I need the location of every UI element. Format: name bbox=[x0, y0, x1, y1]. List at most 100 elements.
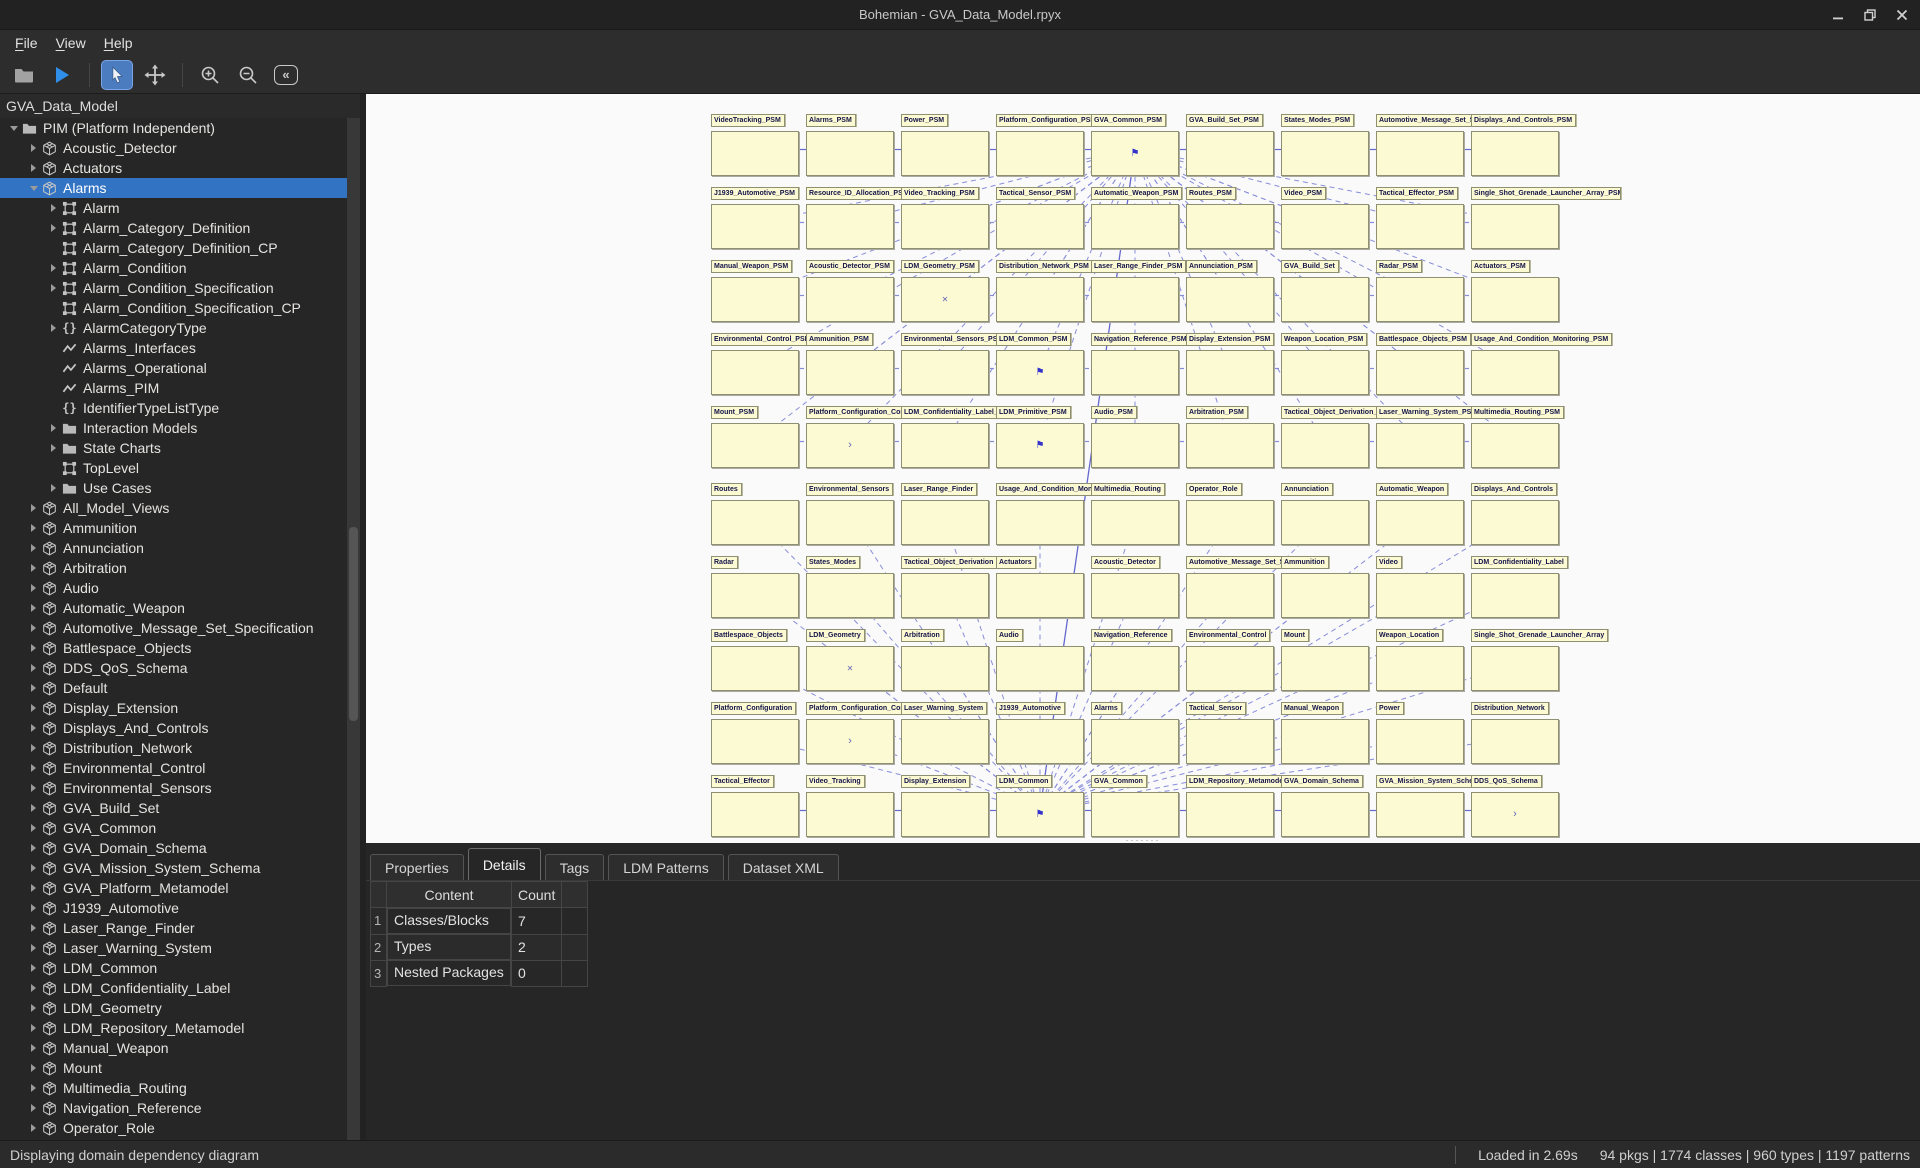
diagram-package-distribution-network-psm[interactable]: Distribution_Network_PSM bbox=[996, 260, 1093, 322]
expander-closed-icon[interactable] bbox=[26, 864, 41, 872]
expander-closed-icon[interactable] bbox=[46, 224, 61, 232]
diagram-package-ldm-confidentiality-label[interactable]: LDM_Confidentiality_Label bbox=[1471, 556, 1568, 618]
tree-item-acoustic-detector[interactable]: Acoustic_Detector bbox=[0, 138, 347, 158]
tree-item-ldm-common[interactable]: LDM_Common bbox=[0, 958, 347, 978]
diagram-package-tactical-sensor[interactable]: Tactical_Sensor bbox=[1186, 702, 1274, 764]
diagram-package-laser-warning-system-psm[interactable]: Laser_Warning_System_PSM bbox=[1376, 406, 1482, 468]
diagram-package-ldm-common-psm[interactable]: LDM_Common_PSM ⚑ bbox=[996, 333, 1084, 395]
diagram-package-acoustic-detector[interactable]: Acoustic_Detector bbox=[1091, 556, 1179, 618]
diagram-package-audio-psm[interactable]: Audio_PSM bbox=[1091, 406, 1179, 468]
tab-tags[interactable]: Tags bbox=[544, 854, 605, 880]
tree-item-j1939-automotive[interactable]: J1939_Automotive bbox=[0, 898, 347, 918]
diagram-package-gva-build-set-psm[interactable]: GVA_Build_Set_PSM bbox=[1186, 114, 1274, 176]
tree-item-state-charts[interactable]: State Charts bbox=[0, 438, 347, 458]
diagram-package-gva-common-psm[interactable]: GVA_Common_PSM ⚑ bbox=[1091, 114, 1179, 176]
diagram-package-j1939-automotive-psm[interactable]: J1939_Automotive_PSM bbox=[711, 187, 799, 249]
diagram-package-actuators-psm[interactable]: Actuators_PSM bbox=[1471, 260, 1559, 322]
tree-item-alarm-condition-specification[interactable]: Alarm_Condition_Specification bbox=[0, 278, 347, 298]
tree-item-alarm-category-definition-cp[interactable]: Alarm_Category_Definition_CP bbox=[0, 238, 347, 258]
diagram-package-display-extension[interactable]: Display_Extension bbox=[901, 775, 989, 837]
expander-open-icon[interactable] bbox=[6, 126, 21, 131]
tree-item-ldm-geometry[interactable]: LDM_Geometry bbox=[0, 998, 347, 1018]
diagram-package-operator-role[interactable]: Operator_Role bbox=[1186, 483, 1274, 545]
diagram-package-manual-weapon[interactable]: Manual_Weapon bbox=[1281, 702, 1369, 764]
diagram-package-weapon-location-psm[interactable]: Weapon_Location_PSM bbox=[1281, 333, 1369, 395]
tree-item-environmental-control[interactable]: Environmental_Control bbox=[0, 758, 347, 778]
tree-item-mount[interactable]: Mount bbox=[0, 1058, 347, 1078]
tree-item-pim-platform-independent[interactable]: PIM (Platform Independent) bbox=[0, 118, 347, 138]
diagram-package-laser-range-finder[interactable]: Laser_Range_Finder bbox=[901, 483, 989, 545]
diagram-package-ldm-common[interactable]: LDM_Common ⚑ bbox=[996, 775, 1084, 837]
diagram-package-j1939-automotive[interactable]: J1939_Automotive bbox=[996, 702, 1084, 764]
diagram-package-videotracking-psm[interactable]: VideoTracking_PSM bbox=[711, 114, 799, 176]
tree-item-alarm-condition[interactable]: Alarm_Condition bbox=[0, 258, 347, 278]
zoom-in-button[interactable] bbox=[194, 60, 226, 90]
tree-item-alarms-interfaces[interactable]: Alarms_Interfaces bbox=[0, 338, 347, 358]
tree-item-multimedia-routing[interactable]: Multimedia_Routing bbox=[0, 1078, 347, 1098]
diagram-package-gva-common[interactable]: GVA_Common bbox=[1091, 775, 1179, 837]
expander-closed-icon[interactable] bbox=[26, 1064, 41, 1072]
diagram-package-mount[interactable]: Mount bbox=[1281, 629, 1369, 691]
diagram-package-weapon-location[interactable]: Weapon_Location bbox=[1376, 629, 1464, 691]
tree-item-default[interactable]: Default bbox=[0, 678, 347, 698]
diagram-package-environmental-sensors[interactable]: Environmental_Sensors bbox=[806, 483, 894, 545]
diagram-package-automatic-weapon-psm[interactable]: Automatic_Weapon_PSM bbox=[1091, 187, 1183, 249]
diagram-package-video-psm[interactable]: Video_PSM bbox=[1281, 187, 1369, 249]
diagram-package-mount-psm[interactable]: Mount_PSM bbox=[711, 406, 799, 468]
diagram-package-displays-and-controls-psm[interactable]: Displays_And_Controls_PSM bbox=[1471, 114, 1577, 176]
expander-closed-icon[interactable] bbox=[26, 1084, 41, 1092]
select-tool-button[interactable] bbox=[101, 59, 133, 90]
tree-item-automatic-weapon[interactable]: Automatic_Weapon bbox=[0, 598, 347, 618]
tree-item-dds-qos-schema[interactable]: DDS_QoS_Schema bbox=[0, 658, 347, 678]
table-row-nested-packages[interactable]: 3 Nested Packages 0 bbox=[370, 959, 589, 987]
diagram-package-tactical-effector[interactable]: Tactical_Effector bbox=[711, 775, 799, 837]
panel-splitter[interactable]: ······· bbox=[366, 836, 1920, 847]
expander-closed-icon[interactable] bbox=[26, 544, 41, 552]
tree-item-gva-common[interactable]: GVA_Common bbox=[0, 818, 347, 838]
diagram-package-states-modes-psm[interactable]: States_Modes_PSM bbox=[1281, 114, 1369, 176]
tree-item-automotive-message-set-specification[interactable]: Automotive_Message_Set_Specification bbox=[0, 618, 347, 638]
tree-item-audio[interactable]: Audio bbox=[0, 578, 347, 598]
expander-closed-icon[interactable] bbox=[26, 164, 41, 172]
tree-item-alarm-category-definition[interactable]: Alarm_Category_Definition bbox=[0, 218, 347, 238]
diagram-package-ammunition[interactable]: Ammunition bbox=[1281, 556, 1369, 618]
expander-closed-icon[interactable] bbox=[26, 924, 41, 932]
collapse-panel-button[interactable]: « bbox=[270, 60, 302, 90]
diagram-package-usage-and-condition-monitoring-psm[interactable]: Usage_And_Condition_Monitoring_PSM bbox=[1471, 333, 1613, 395]
diagram-package-dds-qos-schema[interactable]: DDS_QoS_Schema › bbox=[1471, 775, 1559, 837]
menu-file[interactable]: File bbox=[6, 32, 47, 54]
tree-item-manual-weapon[interactable]: Manual_Weapon bbox=[0, 1038, 347, 1058]
diagram-package-states-modes[interactable]: States_Modes bbox=[806, 556, 894, 618]
expander-closed-icon[interactable] bbox=[46, 424, 61, 432]
expander-closed-icon[interactable] bbox=[26, 724, 41, 732]
expander-open-icon[interactable] bbox=[26, 186, 41, 191]
expander-closed-icon[interactable] bbox=[46, 284, 61, 292]
diagram-package-ldm-geometry-psm[interactable]: LDM_Geometry_PSM ✕ bbox=[901, 260, 989, 322]
diagram-package-power-psm[interactable]: Power_PSM bbox=[901, 114, 989, 176]
expander-closed-icon[interactable] bbox=[26, 524, 41, 532]
expander-closed-icon[interactable] bbox=[26, 804, 41, 812]
diagram-package-gva-domain-schema[interactable]: GVA_Domain_Schema bbox=[1281, 775, 1369, 837]
minimize-button[interactable] bbox=[1830, 7, 1846, 23]
pan-tool-button[interactable] bbox=[139, 60, 171, 90]
diagram-package-battlespace-objects-psm[interactable]: Battlespace_Objects_PSM bbox=[1376, 333, 1471, 395]
expander-closed-icon[interactable] bbox=[26, 1004, 41, 1012]
expander-closed-icon[interactable] bbox=[46, 324, 61, 332]
diagram-package-arbitration[interactable]: Arbitration bbox=[901, 629, 989, 691]
diagram-package-environmental-control-psm[interactable]: Environmental_Control_PSM bbox=[711, 333, 815, 395]
expander-closed-icon[interactable] bbox=[26, 1124, 41, 1132]
open-folder-button[interactable] bbox=[8, 60, 40, 90]
expander-closed-icon[interactable] bbox=[46, 264, 61, 272]
diagram-package-laser-warning-system[interactable]: Laser_Warning_System bbox=[901, 702, 989, 764]
diagram-canvas[interactable]: VideoTracking_PSM Alarms_PSM Power_PSM Plat… bbox=[366, 94, 1920, 843]
tree-item-alarms-pim[interactable]: Alarms_PIM bbox=[0, 378, 347, 398]
expander-closed-icon[interactable] bbox=[26, 904, 41, 912]
diagram-package-power[interactable]: Power bbox=[1376, 702, 1464, 764]
diagram-package-routes[interactable]: Routes bbox=[711, 483, 799, 545]
tree-item-laser-range-finder[interactable]: Laser_Range_Finder bbox=[0, 918, 347, 938]
diagram-package-resource-id-allocation-psm[interactable]: Resource_ID_Allocation_PSM bbox=[806, 187, 913, 249]
tree-item-ldm-confidentiality-label[interactable]: LDM_Confidentiality_Label bbox=[0, 978, 347, 998]
diagram-package-laser-range-finder-psm[interactable]: Laser_Range_Finder_PSM bbox=[1091, 260, 1187, 322]
diagram-package-ldm-geometry[interactable]: LDM_Geometry ✕ bbox=[806, 629, 894, 691]
diagram-package-environmental-control[interactable]: Environmental_Control bbox=[1186, 629, 1274, 691]
